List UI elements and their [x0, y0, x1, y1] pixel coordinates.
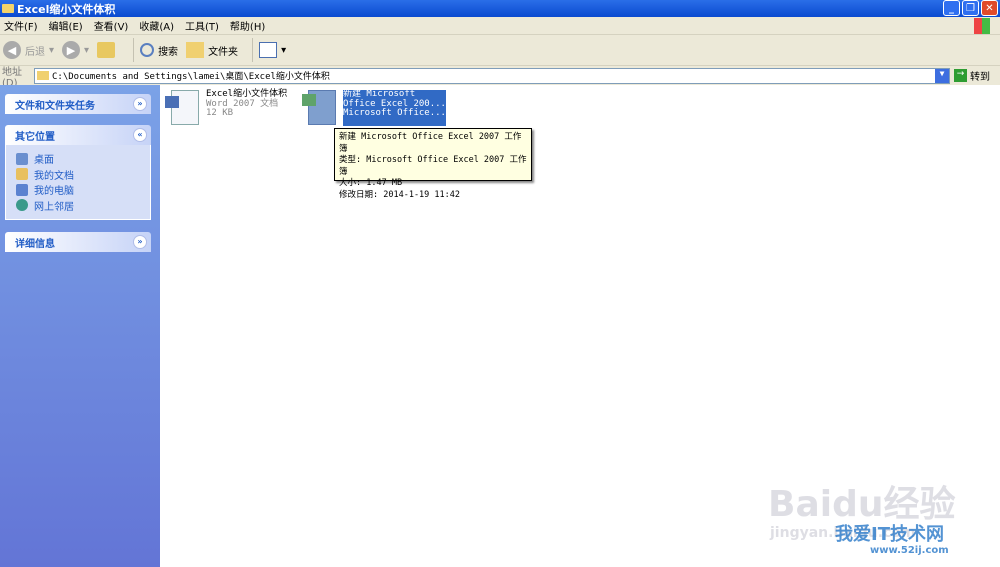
desktop-icon: [16, 152, 28, 165]
minimize-button[interactable]: _: [943, 0, 960, 16]
back-arrow-icon: ◀: [3, 41, 21, 59]
word-document-icon: [165, 90, 201, 126]
window-title: Excel缩小文件体积: [17, 2, 116, 16]
my-computer-icon: [16, 183, 28, 196]
forward-button[interactable]: ▶ ▾: [62, 41, 89, 59]
maximize-button[interactable]: ❐: [962, 0, 979, 16]
panel-other-places[interactable]: 其它位置 «: [5, 125, 151, 145]
folders-button[interactable]: 文件夹: [186, 42, 238, 58]
place-network[interactable]: 网上邻居: [16, 198, 140, 214]
file-tooltip: 新建 Microsoft Office Excel 2007 工作簿 类型: M…: [334, 128, 532, 200]
file-item-excel[interactable]: 新建 Microsoft Office Excel 200... Microso…: [302, 89, 446, 126]
windows-logo-icon: [974, 18, 990, 34]
place-my-documents[interactable]: 我的文档: [16, 167, 140, 183]
menu-view[interactable]: 查看(V): [94, 18, 129, 33]
menu-favorites[interactable]: 收藏(A): [139, 18, 174, 33]
expand-chevron-icon[interactable]: »: [133, 97, 147, 111]
views-button[interactable]: ▾: [259, 42, 286, 58]
close-button[interactable]: ✕: [981, 0, 998, 16]
excel-workbook-icon: [302, 90, 338, 126]
search-button[interactable]: 搜索: [140, 43, 178, 58]
collapse-chevron-icon[interactable]: «: [133, 128, 147, 142]
watermark-site-url: www.52ij.com: [870, 545, 949, 556]
panel-details[interactable]: 详细信息»: [5, 232, 151, 252]
menu-file[interactable]: 文件(F): [4, 18, 38, 33]
task-pane: 文件和文件夹任务» 其它位置 « 桌面 我的文档 我的电脑 网上邻居 详细信息»: [0, 85, 160, 567]
place-my-computer[interactable]: 我的电脑: [16, 182, 140, 198]
toolbar: ◀ 后退 ▾ ▶ ▾ 搜索 文件夹 ▾: [0, 35, 1000, 66]
address-input[interactable]: C:\Documents and Settings\lamei\桌面\Excel…: [34, 67, 950, 84]
menu-help[interactable]: 帮助(H): [230, 18, 265, 33]
place-desktop[interactable]: 桌面: [16, 151, 140, 167]
address-dropdown[interactable]: ▼: [935, 68, 949, 83]
my-documents-icon: [16, 168, 28, 181]
go-button[interactable]: → 转到: [950, 68, 1000, 83]
menu-bar: 文件(F) 编辑(E) 查看(V) 收藏(A) 工具(T) 帮助(H): [0, 17, 1000, 35]
menu-edit[interactable]: 编辑(E): [49, 18, 83, 33]
search-icon: [140, 43, 155, 57]
file-item-word[interactable]: Excel缩小文件体积 Word 2007 文档 12 KB: [165, 89, 287, 126]
network-icon: [16, 199, 28, 212]
folder-icon: [186, 42, 205, 58]
up-folder-button[interactable]: [97, 42, 119, 58]
forward-arrow-icon: ▶: [62, 41, 81, 59]
expand-chevron-icon[interactable]: »: [133, 235, 147, 249]
go-arrow-icon: →: [954, 69, 967, 82]
up-folder-icon: [97, 42, 116, 58]
address-bar: 地址(D) C:\Documents and Settings\lamei\桌面…: [0, 66, 1000, 89]
watermark-site: 我爱IT技术网: [835, 524, 944, 545]
menu-tools[interactable]: 工具(T): [185, 18, 219, 33]
folder-icon: [2, 4, 14, 13]
folder-icon: [37, 71, 49, 80]
title-bar: Excel缩小文件体积 _ ❐ ✕: [0, 0, 1000, 17]
views-icon: [259, 42, 278, 58]
back-button[interactable]: ◀ 后退 ▾: [3, 41, 54, 59]
panel-file-tasks[interactable]: 文件和文件夹任务»: [5, 94, 151, 114]
